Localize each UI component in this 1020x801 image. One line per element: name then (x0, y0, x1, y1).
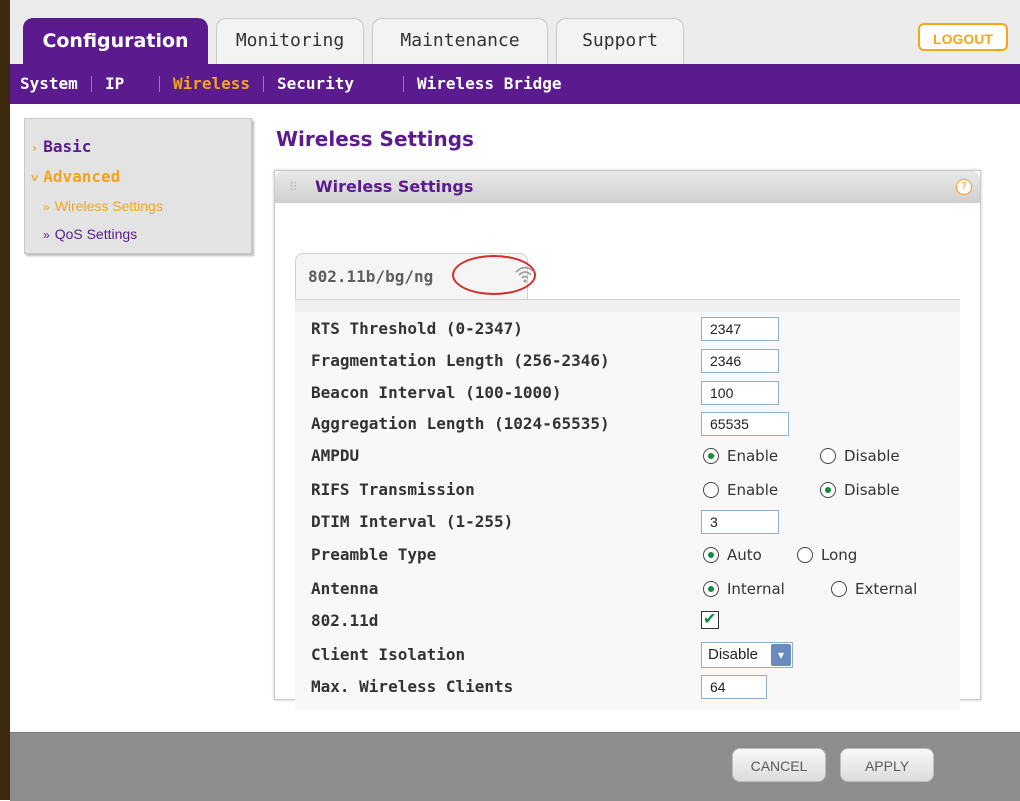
ampdu-enable-label: Enable (727, 447, 779, 465)
802-11d-checkbox[interactable] (701, 609, 719, 629)
sidebar-item-advanced[interactable]: ˅ Advanced (31, 167, 120, 186)
subnav-separator (91, 76, 92, 92)
window-edge (0, 0, 10, 800)
tab-configuration[interactable]: Configuration (23, 18, 208, 64)
sidebar-item-label: Wireless Settings (54, 198, 163, 214)
beacon-interval-label: Beacon Interval (100-1000) (311, 383, 562, 402)
settings-form-body: RTS Threshold (0-2347) 2347 Fragmentatio… (295, 312, 960, 710)
wireless-settings-panel: ⠿ Wireless Settings ? 802.11b/bg/ng RTS … (274, 170, 981, 710)
client-isolation-value: Disable (708, 646, 759, 663)
ampdu-disable-radio[interactable] (820, 448, 836, 464)
rifs-enable-label: Enable (727, 481, 779, 499)
preamble-auto-label: Auto (727, 546, 762, 564)
dtim-interval-input[interactable]: 3 (701, 510, 779, 534)
aggregation-length-label: Aggregation Length (1024-65535) (311, 414, 610, 433)
preamble-long-label: Long (821, 546, 858, 564)
apply-button[interactable]: APPLY (840, 748, 934, 782)
chevron-right-icon: › (31, 141, 39, 155)
panel-header: ⠿ Wireless Settings ? (275, 171, 980, 204)
beacon-interval-row: Beacon Interval (100-1000) 100 (311, 380, 951, 406)
subnav-separator (403, 76, 404, 92)
tab-support[interactable]: Support (556, 18, 684, 64)
drag-handle-icon: ⠿ (289, 180, 298, 194)
beacon-interval-input[interactable]: 100 (701, 381, 779, 405)
sidebar: › Basic ˅ Advanced » Wireless Settings » QoS… (24, 118, 252, 254)
subnav-security[interactable]: Security (277, 64, 354, 104)
sidebar-item-label: Basic (43, 137, 92, 156)
antenna-external-label: External (855, 580, 918, 598)
panel-body: 802.11b/bg/ng RTS Threshold (0-2347) 234… (275, 203, 980, 710)
client-isolation-row: Client Isolation Disable ▾ (311, 642, 951, 668)
chevron-down-icon[interactable]: ▾ (771, 644, 791, 666)
top-tab-bar: Configuration Monitoring Maintenance Sup… (10, 0, 1020, 65)
rifs-enable-radio[interactable] (703, 482, 719, 498)
rts-threshold-label: RTS Threshold (0-2347) (311, 319, 523, 338)
router-admin-page: Configuration Monitoring Maintenance Sup… (0, 0, 1020, 801)
antenna-internal-label: Internal (727, 580, 785, 598)
preamble-auto-radio[interactable] (703, 547, 719, 563)
panel-title: Wireless Settings (315, 177, 474, 196)
ampdu-disable-label: Disable (844, 447, 900, 465)
tab-802-11-bgn[interactable]: 802.11b/bg/ng (295, 253, 536, 299)
antenna-external-radio[interactable] (831, 581, 847, 597)
dtim-interval-label: DTIM Interval (1-255) (311, 512, 514, 531)
fragmentation-row: Fragmentation Length (256-2346) 2346 (311, 348, 951, 374)
rts-threshold-input[interactable]: 2347 (701, 317, 779, 341)
subnav-separator (159, 76, 160, 92)
sidebar-item-label: QoS Settings (54, 226, 138, 242)
double-chevron-icon: » (43, 228, 50, 242)
sidebar-item-qos-settings[interactable]: » QoS Settings (43, 226, 137, 242)
page-title: Wireless Settings (276, 127, 474, 151)
rifs-label: RIFS Transmission (311, 480, 475, 499)
antenna-label: Antenna (311, 579, 379, 598)
max-clients-label: Max. Wireless Clients (311, 677, 514, 696)
antenna-row: Antenna Internal External (311, 576, 951, 602)
rifs-row: RIFS Transmission Enable Disable (311, 477, 951, 503)
subnav-wireless[interactable]: Wireless (173, 64, 250, 104)
chevron-down-icon: ˅ (31, 171, 39, 185)
tab-monitoring[interactable]: Monitoring (216, 18, 364, 64)
ampdu-label: AMPDU (311, 446, 360, 465)
rts-threshold-row: RTS Threshold (0-2347) 2347 (311, 316, 951, 342)
subnav-separator (263, 76, 264, 92)
tab-maintenance[interactable]: Maintenance (372, 18, 548, 64)
logout-button[interactable]: LOGOUT (918, 23, 1008, 51)
max-clients-row: Max. Wireless Clients 64 (311, 674, 951, 700)
sidebar-item-wireless-settings[interactable]: » Wireless Settings (43, 198, 163, 214)
ampdu-row: AMPDU Enable Disable (311, 443, 951, 469)
double-chevron-icon: » (43, 200, 50, 214)
aggregation-length-input[interactable]: 65535 (701, 412, 789, 436)
802-11d-row: 802.11d (311, 608, 951, 634)
preamble-type-label: Preamble Type (311, 545, 437, 564)
antenna-internal-radio[interactable] (703, 581, 719, 597)
subnav-ip[interactable]: IP (105, 64, 124, 104)
fragmentation-input[interactable]: 2346 (701, 349, 779, 373)
802-11d-label: 802.11d (311, 611, 379, 630)
subnav-wireless-bridge[interactable]: Wireless Bridge (417, 64, 562, 104)
sidebar-item-label: Advanced (43, 167, 121, 186)
wifi-icon (515, 266, 535, 283)
preamble-type-row: Preamble Type Auto Long (311, 542, 951, 568)
cancel-button[interactable]: CANCEL (732, 748, 826, 782)
ampdu-enable-radio[interactable] (703, 448, 719, 464)
settings-form: RTS Threshold (0-2347) 2347 Fragmentatio… (295, 299, 960, 710)
dtim-interval-row: DTIM Interval (1-255) 3 (311, 509, 951, 535)
rifs-disable-radio[interactable] (820, 482, 836, 498)
preamble-long-radio[interactable] (797, 547, 813, 563)
client-isolation-label: Client Isolation (311, 645, 466, 664)
sub-navigation: System IP Wireless Security Wireless Bri… (10, 64, 1020, 104)
sidebar-item-basic[interactable]: › Basic (31, 137, 91, 156)
max-clients-input[interactable]: 64 (701, 675, 767, 699)
client-isolation-select[interactable]: Disable ▾ (701, 642, 793, 668)
fragmentation-label: Fragmentation Length (256-2346) (311, 351, 610, 370)
subnav-system[interactable]: System (20, 64, 78, 104)
subtab-label: 802.11b/bg/ng (308, 267, 434, 286)
help-icon[interactable]: ? (956, 179, 972, 195)
aggregation-length-row: Aggregation Length (1024-65535) 65535 (311, 411, 951, 437)
rifs-disable-label: Disable (844, 481, 900, 499)
